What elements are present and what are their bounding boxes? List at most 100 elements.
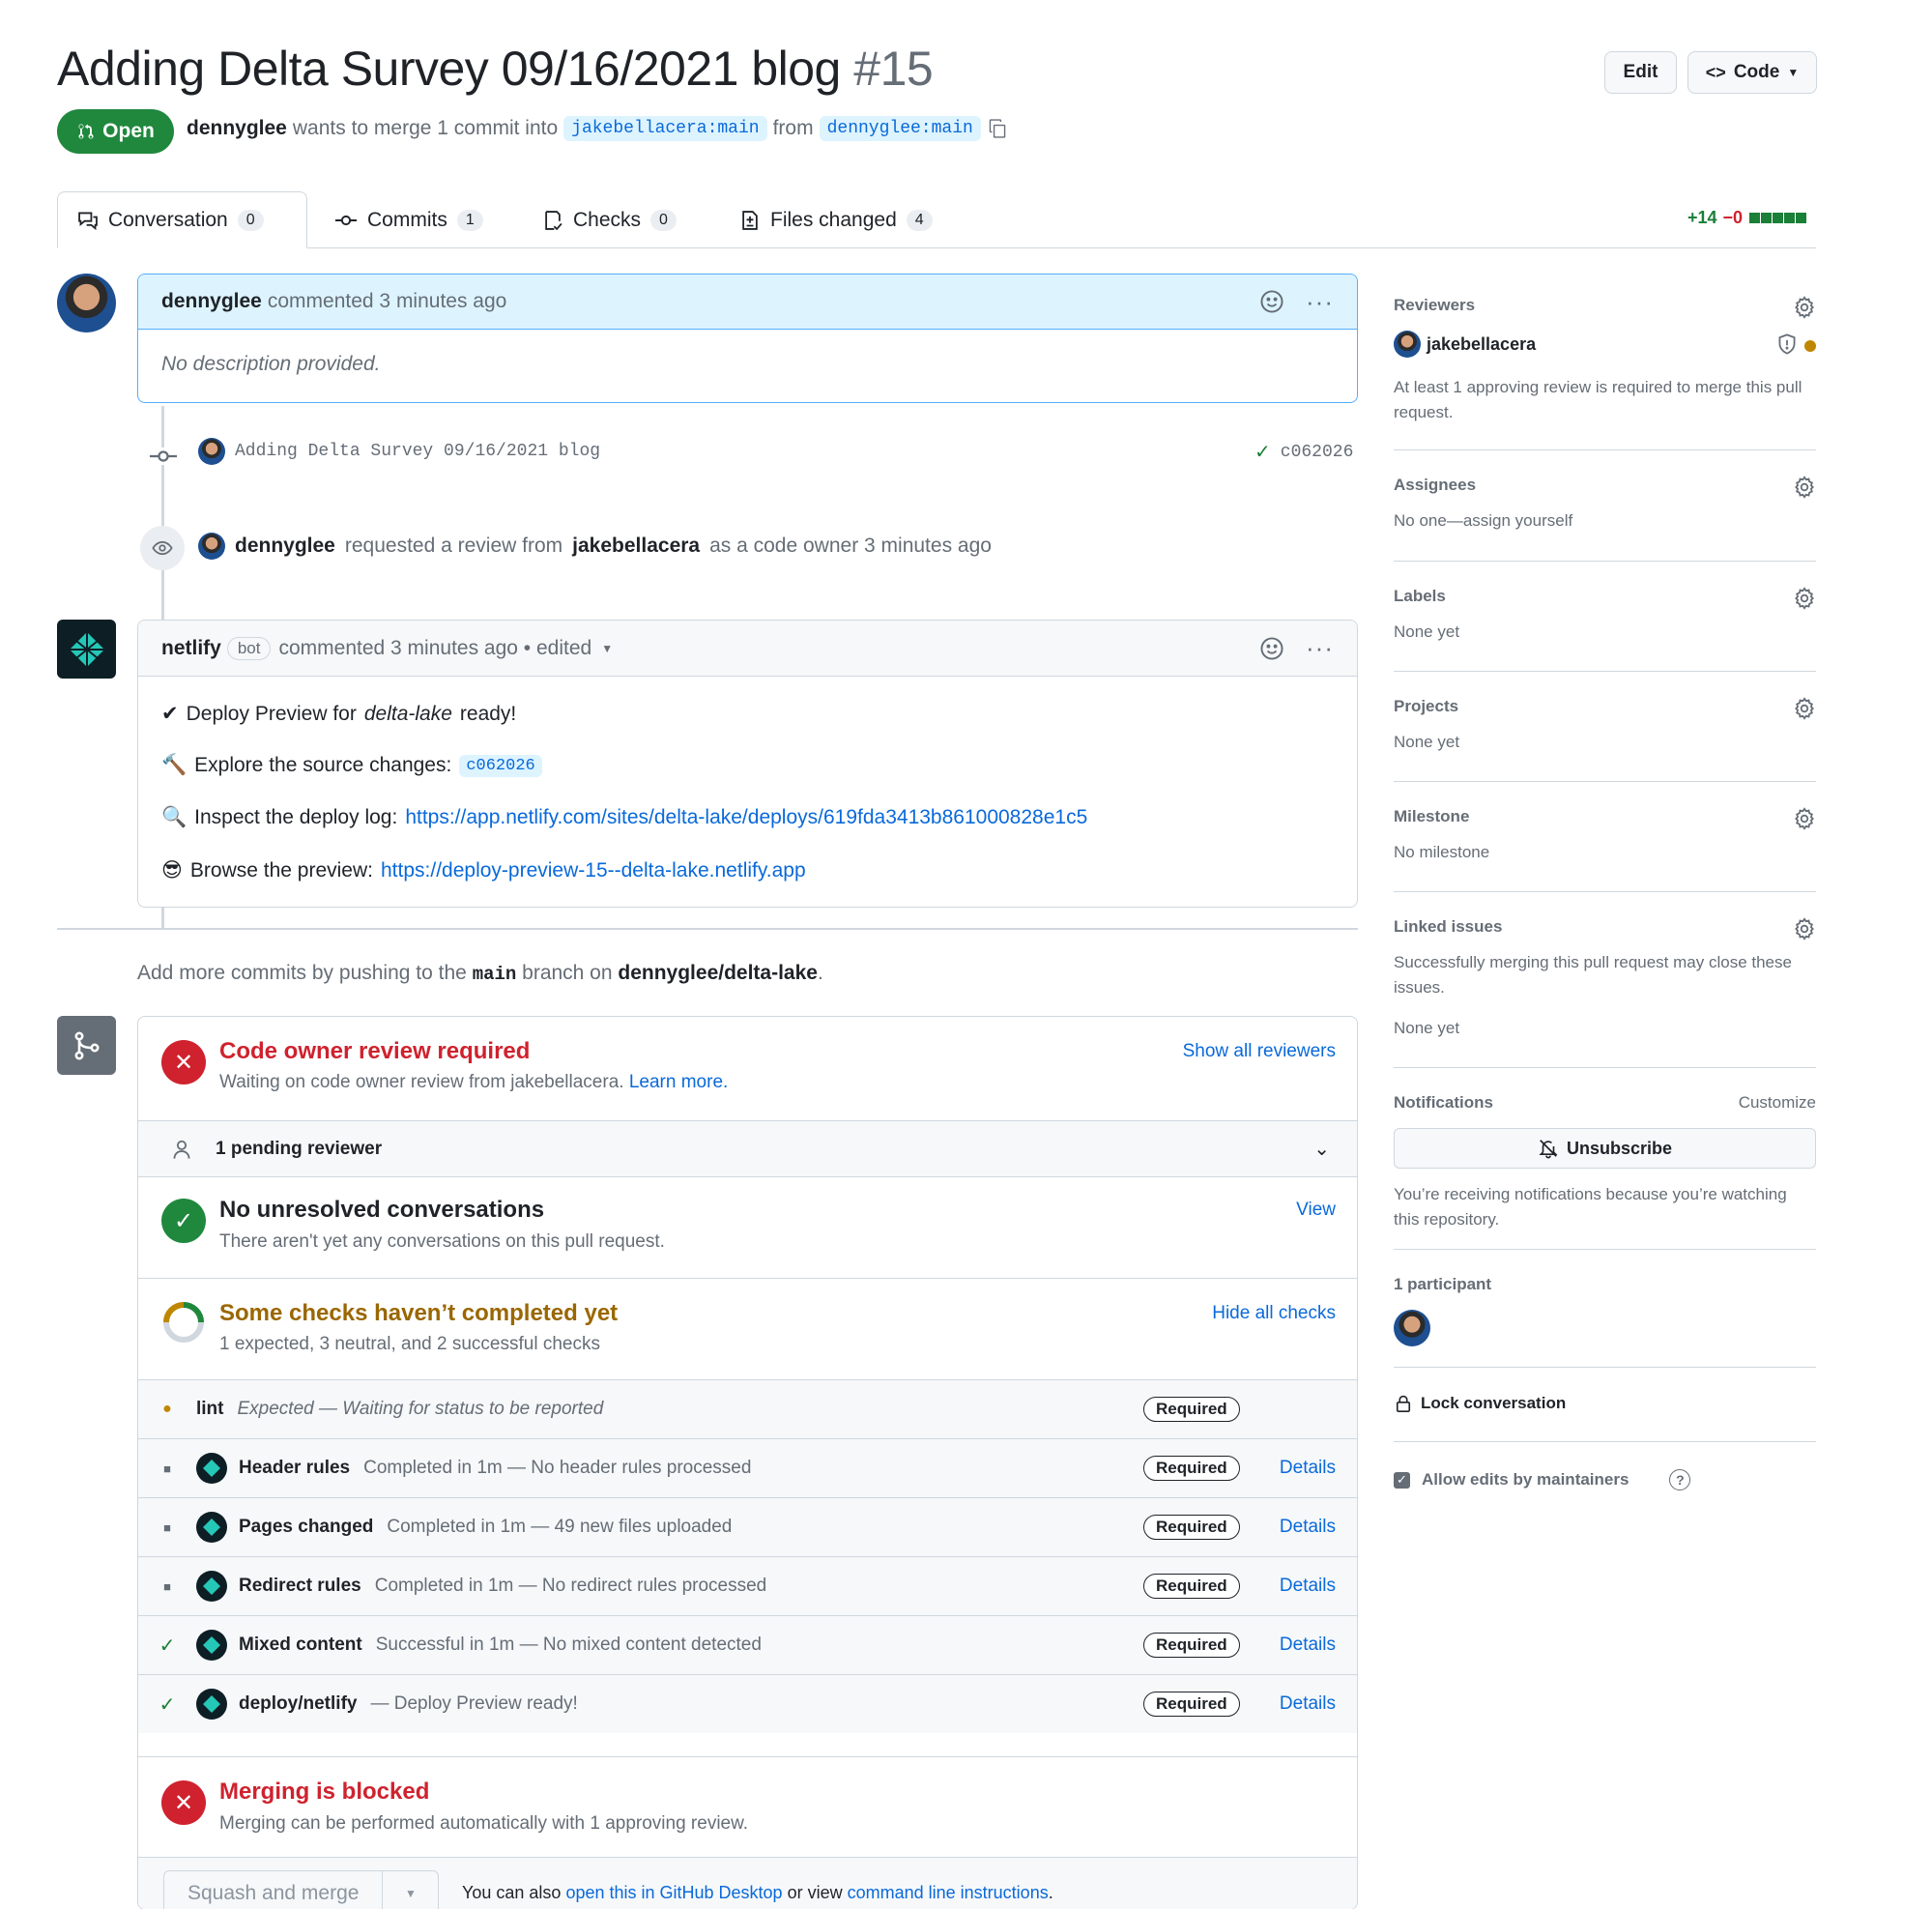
kebab-horizontal-icon[interactable]: ··· [1306, 287, 1334, 317]
details-link[interactable]: Details [1280, 1458, 1336, 1479]
merge-box: ✕ Code owner review required Waiting on … [137, 1016, 1358, 1909]
push-hint: Add more commits by pushing to the main … [137, 962, 823, 985]
reviewers-title[interactable]: Reviewers [1394, 296, 1475, 315]
review-reviewer[interactable]: jakebellacera [572, 535, 700, 558]
assignees-title[interactable]: Assignees [1394, 476, 1476, 495]
preview-line: 😎 Browse the preview: https://deploy-pre… [161, 858, 806, 882]
head-branch[interactable]: dennyglee:main [819, 116, 981, 141]
labels-value: None yet [1394, 622, 1460, 641]
diffstat: +14 −0 [1687, 208, 1807, 228]
tab-files-changed[interactable]: Files changed 4 [720, 191, 952, 248]
allow-edits-checkbox[interactable]: ✓ [1394, 1471, 1410, 1489]
preview-link[interactable]: https://deploy-preview-15--delta-lake.ne… [381, 859, 806, 882]
sidebar-participants: 1 participant [1394, 1250, 1816, 1368]
copy-icon[interactable] [987, 118, 1008, 139]
commit-message[interactable]: Adding Delta Survey 09/16/2021 blog [235, 442, 600, 461]
edited-caret-icon[interactable]: ▼ [601, 642, 613, 655]
comment-discussion-icon [78, 212, 98, 230]
assign-yourself-link[interactable]: No one—assign yourself [1394, 508, 1572, 534]
checks-section: Some checks haven’t completed yet 1 expe… [138, 1279, 1357, 1379]
chevron-down-icon[interactable]: ⌄ [1313, 1137, 1330, 1161]
netlify-logo-avatar[interactable] [57, 620, 116, 679]
square-fill-icon: ■ [163, 1578, 171, 1594]
comment-timestamp[interactable]: commented 3 minutes ago • edited [278, 637, 591, 660]
tab-commits[interactable]: Commits 1 [315, 191, 503, 248]
squash-and-merge-button[interactable]: Squash and merge ▼ [163, 1870, 440, 1909]
reviewers-note: At least 1 approving review is required … [1394, 378, 1802, 421]
blocked-subtitle: Merging can be performed automatically w… [219, 1813, 749, 1834]
reviewer-item[interactable]: jakebellacera [1394, 331, 1536, 358]
comment-timestamp[interactable]: commented 3 minutes ago [268, 290, 506, 313]
tab-conversation[interactable]: Conversation 0 [57, 191, 307, 248]
notifications-note: You’re receiving notifications because y… [1394, 1185, 1787, 1229]
gear-icon[interactable] [1793, 587, 1816, 610]
milestone-title[interactable]: Milestone [1394, 807, 1469, 826]
comment-author[interactable]: dennyglee [161, 290, 262, 313]
customize-link[interactable]: Customize [1739, 1093, 1816, 1113]
edit-button[interactable]: Edit [1604, 51, 1677, 94]
avatar-dennyglee[interactable] [57, 274, 116, 333]
lock-conversation-button[interactable]: Lock conversation [1394, 1393, 1566, 1414]
participants-title: 1 participant [1394, 1275, 1492, 1293]
deploy-line: ✔ Deploy Preview for delta-lake ready! [161, 702, 517, 726]
details-link[interactable]: Details [1280, 1634, 1336, 1656]
code-owner-subtitle: Waiting on code owner review from jakebe… [219, 1072, 729, 1092]
sidebar-lock: Lock conversation [1394, 1368, 1816, 1442]
comment-author[interactable]: netlify [161, 637, 221, 660]
required-label: Required [1143, 1397, 1240, 1422]
source-sha-link[interactable]: c062026 [459, 754, 542, 777]
gear-icon[interactable] [1793, 917, 1816, 940]
caret-down-icon: ▼ [1787, 66, 1800, 79]
bot-label: bot [226, 636, 272, 660]
smiley-icon[interactable] [1259, 289, 1284, 314]
hide-all-checks-link[interactable]: Hide all checks [1212, 1303, 1336, 1324]
tab-checks[interactable]: Checks 0 [523, 191, 696, 248]
view-conversations-link[interactable]: View [1296, 1200, 1336, 1221]
command-line-link[interactable]: command line instructions [848, 1883, 1049, 1902]
linked-issues-value: None yet [1394, 1019, 1460, 1037]
base-branch[interactable]: jakebellacera:main [563, 116, 767, 141]
shield-icon [1778, 333, 1796, 355]
kebab-horizontal-icon[interactable]: ··· [1306, 633, 1334, 663]
smiley-icon[interactable] [1259, 636, 1284, 661]
details-link[interactable]: Details [1280, 1517, 1336, 1538]
learn-more-link[interactable]: Learn more. [629, 1072, 728, 1092]
deploy-log-link[interactable]: https://app.netlify.com/sites/delta-lake… [405, 806, 1087, 829]
details-link[interactable]: Details [1280, 1576, 1336, 1597]
sidebar-labels: Labels None yet [1394, 562, 1816, 672]
github-desktop-link[interactable]: open this in GitHub Desktop [565, 1883, 782, 1902]
avatar-jakebellacera [1394, 331, 1421, 358]
netlify-icon [196, 1571, 227, 1602]
avatar-dennyglee-small[interactable] [198, 533, 225, 560]
allow-edits-label: Allow edits by maintainers [1422, 1470, 1629, 1489]
show-all-reviewers-link[interactable]: Show all reviewers [1183, 1041, 1336, 1062]
pr-author[interactable]: dennyglee [187, 117, 287, 140]
avatar-dennyglee-small[interactable] [198, 438, 225, 465]
commit-sha-group: ✓ c062026 [1254, 440, 1353, 464]
gear-icon[interactable] [1793, 476, 1816, 499]
square-fill-icon: ■ [163, 1519, 171, 1535]
linked-issues-title[interactable]: Linked issues [1394, 917, 1502, 937]
comment-header: dennyglee commented 3 minutes ago ··· [138, 275, 1357, 330]
gear-icon[interactable] [1793, 697, 1816, 720]
code-button[interactable]: <> Code ▼ [1687, 51, 1817, 94]
sidebar-reviewers: Reviewers jakebellacera At least 1 appro… [1394, 290, 1816, 450]
gear-icon[interactable] [1793, 807, 1816, 830]
gear-icon[interactable] [1793, 296, 1816, 319]
unsubscribe-button[interactable]: Unsubscribe [1394, 1128, 1816, 1169]
details-link[interactable]: Details [1280, 1693, 1336, 1715]
labels-title[interactable]: Labels [1394, 587, 1446, 606]
review-actor[interactable]: dennyglee [235, 535, 335, 558]
participant-avatar[interactable] [1394, 1310, 1430, 1346]
merge-method-dropdown[interactable]: ▼ [382, 1871, 438, 1909]
sidebar-projects: Projects None yet [1394, 672, 1816, 782]
projects-title[interactable]: Projects [1394, 697, 1458, 716]
question-icon[interactable]: ? [1669, 1469, 1691, 1490]
check-circle-icon: ✓ [161, 1199, 206, 1243]
sidebar-notifications: Notifications Customize Unsubscribe You’… [1394, 1068, 1816, 1250]
hammer-icon: 🔨 [161, 754, 187, 776]
pending-reviewer-row[interactable]: 1 pending reviewer ⌄ [138, 1121, 1357, 1177]
review-request-event: dennyglee requested a review from jakebe… [198, 533, 992, 560]
check-list[interactable]: ● lint Expected — Waiting for status to … [138, 1379, 1357, 1756]
commit-sha[interactable]: c062026 [1281, 443, 1354, 462]
